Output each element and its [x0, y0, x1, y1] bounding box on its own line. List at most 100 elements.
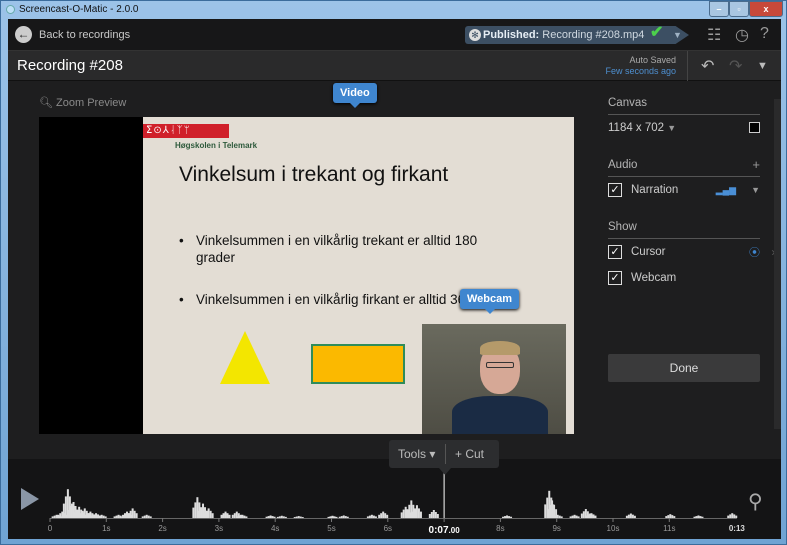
waveform-bar: [729, 514, 732, 518]
done-button[interactable]: Done: [608, 354, 760, 382]
cursor-highlight-icon[interactable]: ⦿: [749, 244, 760, 260]
title-bar: Screencast-O-Matic - 2.0.0 – ▫ x: [1, 1, 786, 19]
waveform-bar: [510, 516, 513, 518]
redo-icon[interactable]: ↷: [729, 56, 742, 76]
waveform-bar: [295, 516, 298, 518]
triangle-shape: [220, 331, 270, 384]
published-status-dropdown[interactable]: ✻ Published: Recording #208.mp4 ✔ ▼: [465, 26, 689, 44]
narration-checkbox[interactable]: ✓: [608, 183, 622, 197]
narration-chevron-icon[interactable]: ▼: [751, 185, 760, 195]
waveform-bar: [695, 516, 698, 518]
background-color-swatch[interactable]: [749, 122, 760, 133]
tick-label: 2s: [158, 524, 166, 533]
waveform-bar: [331, 515, 334, 518]
canvas-size-dropdown[interactable]: 1184 x 702 ▼: [608, 122, 676, 134]
waveform-bar: [340, 516, 343, 518]
chevron-down-icon: ▼: [673, 30, 682, 40]
waveform-bar: [544, 504, 547, 518]
waveform-bar: [233, 513, 236, 518]
waveform-bar: [382, 511, 385, 518]
back-label: Back to recordings: [39, 28, 131, 41]
maximize-button[interactable]: ▫: [729, 1, 749, 17]
waveform-bar: [631, 514, 634, 518]
tick-label: 3s: [215, 524, 223, 533]
timeline[interactable]: 0 1s 2s 3s 4s 5s 6s 8s 9s 10s 11s 0:13 0:07.00 ⚲: [8, 459, 781, 539]
waveform-bar: [697, 515, 700, 518]
waveform-bar: [131, 508, 134, 518]
cursor-checkbox[interactable]: ✓: [608, 245, 622, 259]
waveform-bar: [85, 514, 88, 518]
timeline-zoom-icon[interactable]: ⚲: [748, 489, 763, 514]
video-tooltip[interactable]: Video: [333, 83, 377, 108]
panel-scrollbar[interactable]: [774, 99, 781, 429]
waveform-bar: [428, 514, 431, 518]
waveform-bar: [297, 516, 300, 518]
waveform-bar: [633, 515, 636, 518]
waveform-bar: [430, 512, 433, 518]
cut-button[interactable]: + Cut: [455, 440, 484, 468]
waveform-bar: [693, 516, 696, 518]
back-arrow-icon: ←: [15, 26, 32, 43]
waveform-bar: [119, 515, 122, 518]
add-audio-icon[interactable]: +: [752, 157, 760, 172]
waveform-bar: [368, 515, 371, 518]
waveform-bar: [93, 514, 96, 518]
webcam-overlay[interactable]: [422, 324, 566, 434]
waveform-bar: [342, 515, 345, 518]
waveform-bar: [588, 514, 591, 518]
publish-list-icon[interactable]: ☷: [707, 25, 721, 45]
divider: [687, 51, 688, 81]
waveform-bar: [673, 516, 676, 518]
waveform-bar: [727, 515, 730, 518]
auto-saved-label: Auto Saved: [629, 55, 676, 65]
saved-time: Few seconds ago: [605, 66, 676, 76]
tools-dropdown[interactable]: Tools ▾: [398, 447, 435, 461]
slide-title: Vinkelsum i trekant og firkant: [179, 163, 449, 186]
window-title: Screencast-O-Matic - 2.0.0: [19, 4, 139, 15]
rectangle-shape: [311, 344, 405, 384]
waveform-bar: [594, 515, 597, 518]
waveform-bar: [558, 515, 561, 518]
waveform[interactable]: 0 1s 2s 3s 4s 5s 6s 8s 9s 10s 11s 0:13 0:07.00: [8, 459, 781, 539]
zoom-preview-button[interactable]: 🔍︎ Zoom Preview: [39, 96, 126, 109]
waveform-bar: [98, 515, 101, 518]
help-icon[interactable]: ?: [760, 25, 769, 43]
waveform-bar: [205, 510, 208, 518]
waveform-bar: [386, 514, 389, 518]
waveform-bar: [276, 516, 279, 518]
check-icon: ✔: [650, 24, 664, 41]
webcam-row: ✓ Webcam: [608, 265, 760, 291]
waveform-bar: [556, 514, 559, 518]
minimize-button[interactable]: –: [709, 1, 729, 17]
film-reel-icon: ✻: [469, 29, 481, 41]
audio-label: Audio: [608, 159, 638, 171]
waveform-bar: [665, 516, 668, 518]
waveform-bar: [627, 514, 630, 518]
waveform-bar: [117, 514, 120, 518]
waveform-bar: [245, 516, 248, 518]
waveform-bar: [329, 516, 332, 518]
webcam-tooltip[interactable]: Webcam: [460, 289, 520, 314]
waveform-bar: [434, 512, 437, 518]
history-icon[interactable]: ◷: [735, 25, 749, 45]
undo-icon[interactable]: ↶: [701, 56, 714, 76]
webcam-checkbox[interactable]: ✓: [608, 271, 622, 285]
waveform-bar: [573, 514, 576, 518]
waveform-bar: [629, 513, 632, 518]
waveform-bar: [273, 516, 276, 518]
close-button[interactable]: x: [749, 1, 783, 17]
menu-chevron-icon[interactable]: ▼: [757, 60, 768, 72]
waveform-bar: [228, 514, 231, 518]
app-client: ← Back to recordings ✻ Published: Record…: [8, 19, 781, 539]
tick-label: 0: [48, 524, 53, 533]
tick-label: 4s: [271, 524, 279, 533]
save-status: Auto Saved Few seconds ago: [605, 55, 676, 77]
recording-title[interactable]: Recording #208: [17, 57, 123, 74]
video-preview[interactable]: ⵉ⊙⅄ᛆᛉᛘ Høgskolen i Telemark Vinkelsum i …: [39, 117, 574, 434]
waveform-bar: [569, 516, 572, 518]
back-to-recordings-button[interactable]: ← Back to recordings: [15, 26, 130, 43]
tools-label: Tools: [398, 447, 427, 461]
waveform-bar: [411, 511, 414, 518]
waveform-bar: [265, 516, 268, 518]
current-time-label: 0:07.00: [429, 525, 461, 536]
